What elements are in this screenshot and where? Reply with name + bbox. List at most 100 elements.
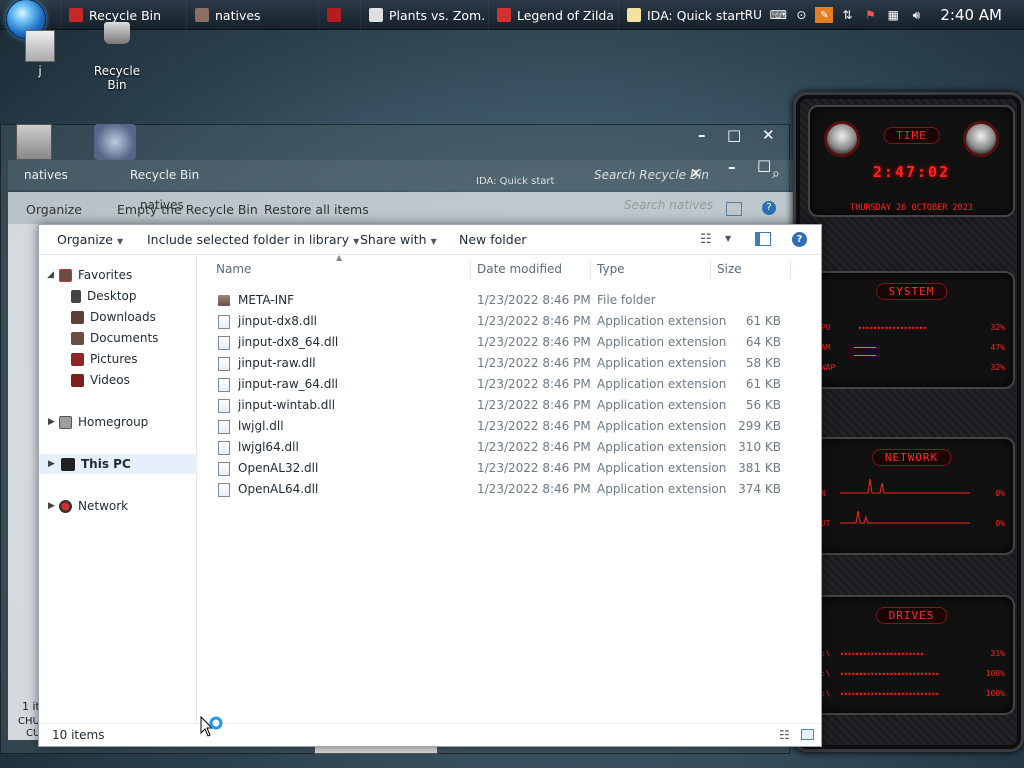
help-icon[interactable]: ? xyxy=(792,232,807,247)
folder-icon xyxy=(218,295,230,306)
file-date: 1/23/2022 8:46 PM xyxy=(477,461,591,475)
time-panel: TIME 2:47:02 THURSDAY 26 OCTOBER 2023 xyxy=(808,105,1015,217)
nav-videos[interactable]: Videos xyxy=(71,370,130,390)
drive-e-meter: ▸▸▸▸▸▸▸▸▸▸▸▸▸▸▸▸▸▸▸▸▸▸▸▸▸▸ xyxy=(840,669,940,678)
drive-c-meter: ▸▸▸▸▸▸▸▸▸▸▸▸▸▸▸▸▸▸▸▸▸▸ xyxy=(840,649,925,658)
network-out-graph xyxy=(840,510,970,524)
column-header-type[interactable]: Type xyxy=(597,262,625,276)
volume-icon[interactable]: 🔊︎ xyxy=(907,7,925,23)
preview-pane-icon[interactable] xyxy=(755,232,771,246)
file-date: 1/23/2022 8:46 PM xyxy=(477,314,591,328)
desktop-icon-recycle-bin[interactable]: Recycle Bin xyxy=(84,22,150,92)
file-size: 64 KB xyxy=(745,335,781,349)
taskbar-item-ida[interactable]: IDA: Quick start xyxy=(618,0,746,30)
system-tray: RU ⌨ ⊙ ✎ ⇅ ⚑ ▦ 🔊︎ 2:40 AM xyxy=(742,0,1024,30)
file-row[interactable]: META-INF 1/23/2022 8:46 PM File folder xyxy=(216,290,801,311)
maximize-button[interactable]: □ xyxy=(727,126,741,144)
chevron-down-icon: ▼ xyxy=(430,237,437,246)
view-options-icon[interactable]: ☷ xyxy=(700,232,712,247)
gadget-time: 2:47:02 xyxy=(872,163,951,181)
file-row[interactable]: jinput-raw.dll 1/23/2022 8:46 PM Applicati… xyxy=(216,353,801,374)
drives-title: DRIVES xyxy=(875,607,948,624)
nav-pictures[interactable]: Pictures xyxy=(71,349,138,369)
file-row[interactable]: lwjgl64.dll 1/23/2022 8:46 PM Application … xyxy=(216,437,801,458)
file-name: jinput-dx8_64.dll xyxy=(238,335,339,349)
drive-f-meter: ▸▸▸▸▸▸▸▸▸▸▸▸▸▸▸▸▸▸▸▸▸▸▸▸▸▸ xyxy=(840,689,940,698)
nav-desktop[interactable]: Desktop xyxy=(71,286,137,306)
file-row[interactable]: jinput-raw_64.dll 1/23/2022 8:46 PM Applic… xyxy=(216,374,801,395)
nav-homegroup[interactable]: Homegroup xyxy=(59,412,148,432)
close-button[interactable]: ✕ xyxy=(762,126,775,144)
details-view-icon[interactable]: ☷ xyxy=(779,728,790,742)
column-header-size[interactable]: Size xyxy=(717,262,742,276)
nav-this-pc[interactable]: ▶ This PC xyxy=(39,454,197,474)
network-tray-icon[interactable]: ▦ xyxy=(884,7,902,23)
expand-arrow-icon[interactable]: ▶ xyxy=(48,501,55,511)
search-icon[interactable]: ⌕ xyxy=(772,166,780,182)
taskbar-item-legend-of-zilda[interactable]: Legend of Zilda xyxy=(488,0,616,30)
homegroup-icon xyxy=(59,415,72,429)
nav-network[interactable]: Network xyxy=(59,496,128,516)
system-panel: SYSTEM CPU ▸▸▸▸▸▸▸▸▸▸▸▸▸▸▸▸▸▸ 32% RAM 47… xyxy=(808,271,1015,389)
nav-downloads[interactable]: Downloads xyxy=(71,307,156,327)
tray-arrow-icon[interactable]: ⇅ xyxy=(838,7,856,23)
file-row[interactable]: jinput-dx8.dll 1/23/2022 8:46 PM Applicati… xyxy=(216,311,801,332)
large-icons-view-icon[interactable] xyxy=(801,729,814,740)
videos-icon xyxy=(71,373,84,387)
file-type: Application extension xyxy=(597,482,727,496)
busy-cursor-icon xyxy=(200,715,226,743)
network-icon xyxy=(59,499,72,513)
taskbar-item-natives[interactable]: natives xyxy=(186,0,314,30)
bg-restore-all: Restore all items xyxy=(264,202,369,217)
expand-arrow-icon[interactable]: ▶ xyxy=(48,417,55,427)
column-header-name[interactable]: Name xyxy=(216,262,251,276)
desktop-icon xyxy=(71,289,81,303)
include-in-library-button[interactable]: Include selected folder in library ▼ xyxy=(147,232,359,247)
file-size: 58 KB xyxy=(745,356,781,370)
bg-app-icon xyxy=(16,124,52,160)
desktop-icon-j[interactable]: j xyxy=(18,30,62,78)
share-with-button[interactable]: Share with ▼ xyxy=(360,232,437,247)
file-row[interactable]: OpenAL32.dll 1/23/2022 8:46 PM Application… xyxy=(216,458,801,479)
chevron-down-icon[interactable]: ▼ xyxy=(725,234,731,243)
column-header-date[interactable]: Date modified xyxy=(477,262,562,276)
close-icon[interactable]: ✕ xyxy=(690,166,702,182)
file-name: jinput-wintab.dll xyxy=(238,398,336,412)
dll-file-icon xyxy=(218,378,230,392)
file-row[interactable]: jinput-dx8_64.dll 1/23/2022 8:46 PM Applic… xyxy=(216,332,801,353)
dll-file-icon xyxy=(218,357,230,371)
alien-logo-icon xyxy=(963,121,999,157)
file-row[interactable]: OpenAL64.dll 1/23/2022 8:46 PM Application… xyxy=(216,479,801,500)
taskbar-item-app[interactable] xyxy=(318,0,358,30)
organize-button[interactable]: Organize ▼ xyxy=(57,232,123,247)
download-icon[interactable]: ⊙ xyxy=(792,7,810,23)
nav-favorites[interactable]: Favorites xyxy=(59,265,132,285)
expand-arrow-icon[interactable]: ▶ xyxy=(48,459,55,469)
nav-documents[interactable]: Documents xyxy=(71,328,158,348)
help-icon[interactable]: ? xyxy=(762,201,776,215)
file-date: 1/23/2022 8:46 PM xyxy=(477,356,591,370)
file-row[interactable]: lwjgl.dll 1/23/2022 8:46 PM Application ex… xyxy=(216,416,801,437)
clock[interactable]: 2:40 AM xyxy=(940,6,1002,24)
pane-icon[interactable] xyxy=(726,202,742,216)
file-row[interactable]: jinput-wintab.dll 1/23/2022 8:46 PM Applic… xyxy=(216,395,801,416)
minimize-button[interactable]: – xyxy=(728,158,736,176)
ram-meter xyxy=(854,347,876,348)
collapse-arrow-icon[interactable]: ◢ xyxy=(47,270,54,280)
file-size: 374 KB xyxy=(738,482,781,496)
computer-icon xyxy=(61,457,75,471)
file-name: jinput-raw.dll xyxy=(238,356,316,370)
downloads-icon xyxy=(71,310,84,324)
taskbar-item-plants-vs-zombies[interactable]: Plants vs. Zom... xyxy=(360,0,486,30)
app-tray-icon[interactable]: ✎ xyxy=(815,7,834,23)
keyboard-icon[interactable]: ⌨ xyxy=(769,7,787,23)
new-folder-button[interactable]: New folder xyxy=(459,232,527,247)
file-name: OpenAL64.dll xyxy=(238,482,319,496)
language-indicator[interactable]: RU xyxy=(742,7,764,23)
action-center-icon[interactable]: ⚑ xyxy=(861,7,879,23)
file-size: 61 KB xyxy=(745,377,781,391)
minimize-button[interactable]: – xyxy=(698,126,706,144)
maximize-button[interactable]: □ xyxy=(757,156,771,174)
swap-meter xyxy=(854,355,876,356)
sort-ascending-icon: ▲ xyxy=(336,253,343,262)
